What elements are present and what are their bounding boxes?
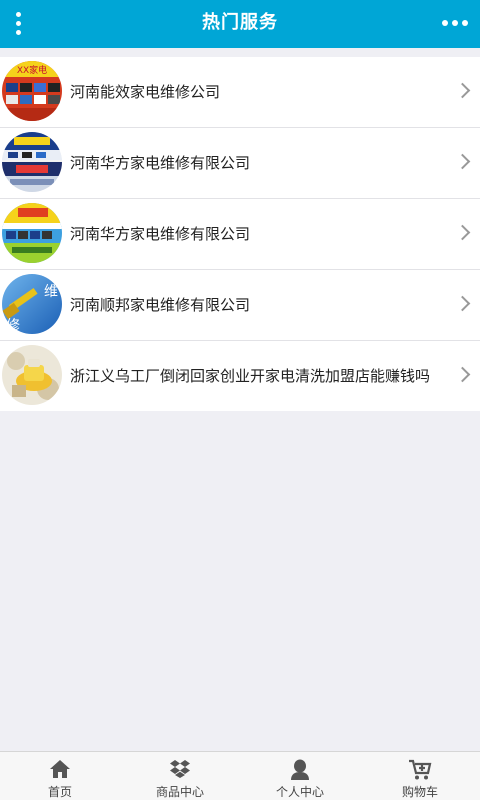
list-item-label: 河南能效家电维修公司 [70, 83, 221, 101]
repair-shop-banner-image [2, 203, 62, 263]
list-item[interactable]: 维 修 河南顺邦家电维修有限公司 [0, 270, 480, 341]
list-item[interactable]: 浙江义乌工厂倒闭回家创业开家电清洗加盟店能赚钱吗 [0, 341, 480, 411]
hammer-repair-image: 维 修 [2, 274, 62, 334]
chevron-right-icon [454, 153, 471, 170]
tab-home[interactable]: 首页 [0, 752, 120, 800]
tab-cart[interactable]: 购物车 [360, 752, 480, 800]
list-item[interactable]: 河南华方家电维修有限公司 [0, 199, 480, 270]
list-item-label: 浙江义乌工厂倒闭回家创业开家电清洗加盟店能赚钱吗 [70, 367, 431, 385]
chevron-right-icon [454, 224, 471, 241]
list-item[interactable]: XX家电 河南能效家电维修公司 [0, 57, 480, 128]
cleaning-product-image [2, 345, 62, 405]
list-item-label: 河南华方家电维修有限公司 [70, 154, 251, 172]
tab-products[interactable]: 商品中心 [120, 752, 240, 800]
service-list: XX家电 河南能效家电维修公司 河南华方家电维修有限公司 河南华方家电维修有限公… [0, 57, 480, 411]
list-item-label: 河南华方家电维修有限公司 [70, 225, 251, 243]
appliance-repair-storefront-image: XX家电 [2, 61, 62, 121]
svg-text:XX家电: XX家电 [17, 64, 47, 76]
list-item-label: 河南顺邦家电维修有限公司 [70, 296, 251, 314]
chevron-right-icon [454, 82, 471, 99]
tab-label: 商品中心 [155, 785, 204, 799]
tab-label: 个人中心 [275, 785, 324, 799]
tab-label: 购物车 [401, 785, 438, 799]
cart-icon [409, 759, 432, 780]
app-header: 热门服务 [0, 0, 480, 48]
dropbox-icon [170, 760, 190, 778]
user-icon [291, 759, 309, 780]
tab-profile[interactable]: 个人中心 [240, 752, 360, 800]
tab-label: 首页 [47, 785, 72, 799]
chevron-right-icon [454, 366, 471, 383]
list-item[interactable]: 河南华方家电维修有限公司 [0, 128, 480, 199]
home-icon [50, 760, 70, 778]
thumb-text-wei: 维 [44, 284, 58, 300]
horizontal-dots-icon[interactable] [438, 8, 472, 38]
repair-shop-banner-image [2, 132, 62, 192]
chevron-right-icon [454, 295, 471, 312]
bottom-tab-bar: 首页 商品中心 个人中心 购物车 [0, 751, 480, 800]
thumb-text-xiu: 修 [6, 318, 20, 334]
page-title: 热门服务 [202, 12, 278, 33]
